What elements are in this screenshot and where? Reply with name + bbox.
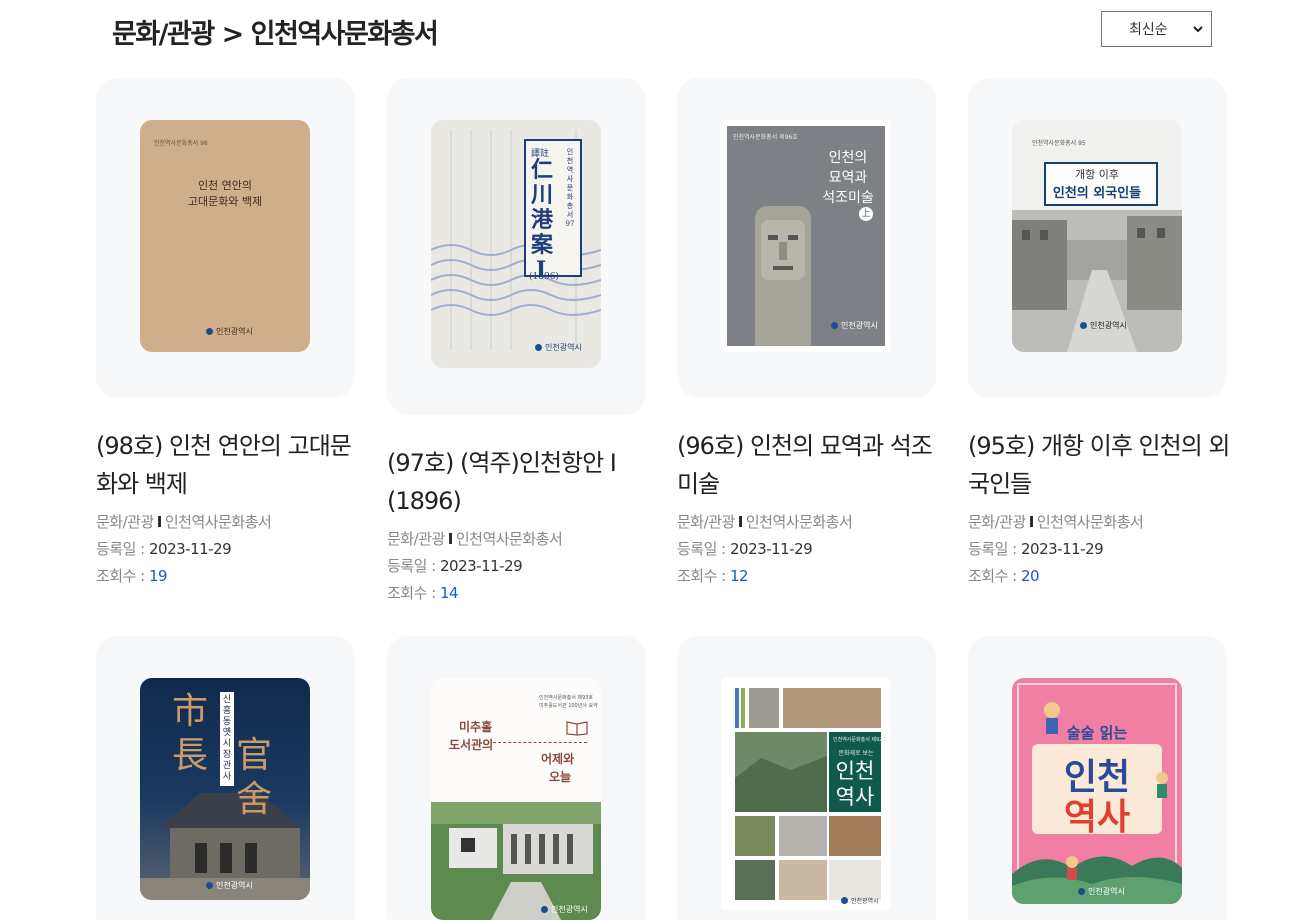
publisher-logo-icon	[541, 906, 548, 913]
cover-title-a: 미추홀	[459, 720, 493, 734]
cover-series-mark: 인천역사문화총서 95	[1032, 140, 1086, 147]
book-thumbnail[interactable]: 인천역사문화총서 95 개항 이후 인천의 외국인들 인천광역시	[968, 78, 1227, 398]
cover-street-photo-art	[1012, 210, 1182, 352]
book-card[interactable]: 인천역사문화총서 98 인천 연안의 고대문화와 백제 인천광역시 (98호) …	[96, 78, 355, 598]
book-thumbnail[interactable]: 市長 官舍 신흥동 옛 시장관사 인천광역시	[96, 636, 355, 920]
cover-series-mark: 인천역사문화총서 98	[154, 140, 208, 147]
cover-publisher: 인천광역시	[841, 321, 878, 330]
book-card[interactable]: 인천역사문화총서 95 개항 이후 인천의 외국인들 인천광역시 (95호) 개…	[968, 78, 1231, 598]
cover-side-label: 인천역사문화총서 97	[565, 148, 575, 228]
book-title[interactable]: (98호) 인천 연안의 고대문화와 백제	[96, 427, 358, 503]
sort-selected-label: 최신순	[1129, 22, 1168, 38]
cover-title-b: 도서관의	[449, 738, 494, 752]
cover-year: (1896)	[529, 272, 559, 282]
book-date: 등록일 : 2023-11-29	[968, 540, 1104, 558]
book-cover-image: 술술 읽는 인천 역사 인천광역시	[1012, 678, 1182, 904]
publisher-logo-icon	[206, 882, 213, 889]
book-card[interactable]: 인천역사문화총서 제93호 미추홀도서관 100년사 요약 미추홀 도서관의 어…	[387, 636, 646, 920]
cover-title-b: 역사	[1063, 797, 1131, 838]
cover-title: 인천 역사	[835, 759, 875, 809]
publisher-logo-icon	[535, 344, 542, 351]
cover-hanja-a: 市長	[171, 691, 208, 776]
book-category: 문화/관광 I 인천역사문화총서	[677, 513, 853, 531]
cover-publisher: 인천광역시	[216, 881, 253, 890]
cover-publisher: 인천광역시	[851, 898, 879, 905]
cover-publisher: 인천광역시	[545, 343, 582, 352]
book-views: 조회수 : 12	[677, 567, 749, 585]
cover-series-mark: 인천역사문화총서 제93호	[539, 695, 593, 701]
publisher-logo-icon	[206, 328, 213, 335]
book-title[interactable]: (97호) (역주)인천항안 Ⅰ (1896)	[387, 444, 627, 520]
book-cover-image: 市長 官舍 신흥동 옛 시장관사 인천광역시	[140, 678, 310, 900]
book-cover-image: 인천역사문화총서 제96호 인천의 묘역과 석조미술 上 인천광역시	[721, 120, 891, 352]
publisher-logo-icon	[1078, 888, 1085, 895]
book-views: 조회수 : 14	[387, 584, 459, 602]
cover-vertical-title: 신흥동 옛 시장관사	[220, 692, 234, 786]
book-category: 문화/관광 I 인천역사문화총서	[387, 530, 563, 548]
cover-title: 인천의 외국인들	[1052, 186, 1142, 201]
cover-waves-art	[431, 130, 601, 350]
cover-title: 인천 연안의 고대문화와 백제	[187, 179, 263, 208]
cover-library-photo-art	[431, 802, 601, 920]
book-title[interactable]: (96호) 인천의 묘역과 석조미술	[677, 427, 939, 503]
sort-select[interactable]: 최신순	[1101, 11, 1212, 47]
cover-subtitle: 개항 이후	[1075, 168, 1119, 181]
book-card[interactable]: 술술 읽는 인천 역사 인천광역시	[968, 636, 1227, 920]
book-card[interactable]: 인천역사문화총서 제92호 문화재로 보는 인천 역사 인천광역시	[677, 636, 936, 920]
cover-publisher: 인천광역시	[216, 327, 253, 336]
book-thumbnail[interactable]: 술술 읽는 인천 역사 인천광역시	[968, 636, 1227, 920]
cover-hanja-b: 官舍	[235, 735, 272, 820]
publisher-logo-icon	[1080, 322, 1087, 329]
book-thumbnail[interactable]: 譯註 仁川港案Ⅰ (1896) 인천역사문화총서 97 인천광역시	[387, 78, 646, 415]
book-views: 조회수 : 20	[968, 567, 1040, 585]
cover-title-d: 오늘	[549, 770, 572, 784]
cover-publisher: 인천광역시	[1088, 887, 1125, 896]
cover-series-mark: 인천역사문화총서 제96호	[733, 134, 798, 141]
cover-volume: 上	[859, 207, 873, 221]
book-title[interactable]: (95호) 개항 이후 인천의 외국인들	[968, 427, 1231, 503]
book-thumbnail[interactable]: 인천역사문화총서 제96호 인천의 묘역과 석조미술 上 인천광역시	[677, 78, 936, 398]
cover-subtitle: 문화재로 보는	[838, 750, 874, 757]
publisher-logo-icon	[841, 897, 848, 904]
book-open-icon	[566, 721, 588, 736]
book-cover-image: 譯註 仁川港案Ⅰ (1896) 인천역사문화총서 97 인천광역시	[431, 120, 601, 368]
book-category: 문화/관광 I 인천역사문화총서	[96, 513, 272, 531]
cover-series-mark: 인천역사문화총서 제92호	[833, 737, 887, 743]
cover-publisher: 인천광역시	[551, 905, 588, 914]
book-card[interactable]: 譯註 仁川港案Ⅰ (1896) 인천역사문화총서 97 인천광역시 (97호) …	[387, 78, 646, 608]
book-date: 등록일 : 2023-11-29	[96, 540, 232, 558]
book-category: 문화/관광 I 인천역사문화총서	[968, 513, 1144, 531]
book-views: 조회수 : 19	[96, 567, 168, 585]
cover-main-title: 仁川港案Ⅰ	[531, 157, 554, 283]
publisher-logo-icon	[831, 322, 838, 329]
book-cover-image: 인천역사문화총서 제93호 미추홀도서관 100년사 요약 미추홀 도서관의 어…	[431, 678, 601, 920]
page-title: 문화/관광 > 인천역사문화총서	[112, 19, 439, 50]
cover-publisher: 인천광역시	[1090, 321, 1127, 330]
cover-title: 인천의 묘역과 석조미술	[822, 150, 874, 206]
book-card[interactable]: 市長 官舍 신흥동 옛 시장관사 인천광역시	[96, 636, 355, 920]
book-cover-image: 인천역사문화총서 98 인천 연안의 고대문화와 백제 인천광역시	[140, 120, 310, 352]
book-thumbnail[interactable]: 인천역사문화총서 제93호 미추홀도서관 100년사 요약 미추홀 도서관의 어…	[387, 636, 646, 920]
book-thumbnail[interactable]: 인천역사문화총서 98 인천 연안의 고대문화와 백제 인천광역시	[96, 78, 355, 398]
cover-series-sub: 미추홀도서관 100년사 요약	[539, 703, 598, 709]
book-date: 등록일 : 2023-11-29	[387, 557, 523, 575]
book-date: 등록일 : 2023-11-29	[677, 540, 813, 558]
chevron-down-icon	[1193, 26, 1203, 33]
book-card[interactable]: 인천역사문화총서 제96호 인천의 묘역과 석조미술 上 인천광역시 (96호)…	[677, 78, 936, 598]
book-cover-image: 인천역사문화총서 제92호 문화재로 보는 인천 역사 인천광역시	[721, 678, 891, 910]
cover-title-c: 어제와	[541, 752, 575, 766]
cover-subtitle: 술술 읽는	[1066, 724, 1128, 742]
book-thumbnail[interactable]: 인천역사문화총서 제92호 문화재로 보는 인천 역사 인천광역시	[677, 636, 936, 920]
book-cover-image: 인천역사문화총서 95 개항 이후 인천의 외국인들 인천광역시	[1012, 120, 1182, 352]
